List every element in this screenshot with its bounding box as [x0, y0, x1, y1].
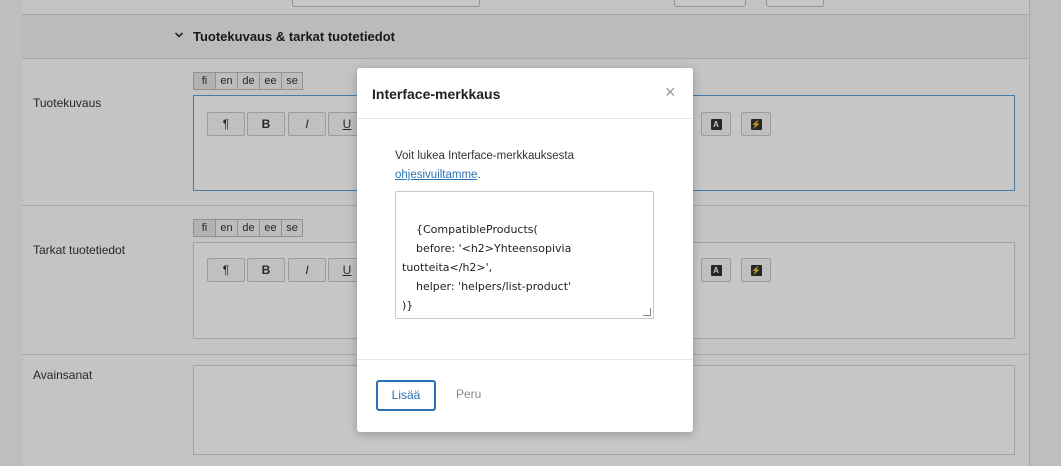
cancel-button[interactable]: Peru	[456, 387, 481, 401]
interface-markup-dialog: Interface-merkkaus × Voit lukea Interfac…	[357, 68, 693, 432]
help-pages-link[interactable]: ohjesivuiltamme	[395, 169, 477, 181]
add-button[interactable]: Lisää	[376, 380, 436, 411]
markup-code: {CompatibleProducts( before: '<h2>Yhteen…	[402, 223, 572, 312]
resize-handle-icon[interactable]	[643, 308, 651, 316]
help-text-period: .	[477, 169, 481, 181]
close-icon[interactable]: ×	[665, 83, 676, 101]
help-text-intro: Voit lukea Interface-merkkauksesta	[395, 150, 574, 162]
modal-help-text: Voit lukea Interface-merkkauksesta ohjes…	[395, 147, 655, 185]
modal-title: Interface-merkkaus	[372, 86, 501, 102]
modal-header: Interface-merkkaus ×	[357, 68, 693, 119]
modal-footer: Lisää Peru	[357, 359, 693, 433]
markup-textarea[interactable]: {CompatibleProducts( before: '<h2>Yhteen…	[395, 191, 654, 319]
